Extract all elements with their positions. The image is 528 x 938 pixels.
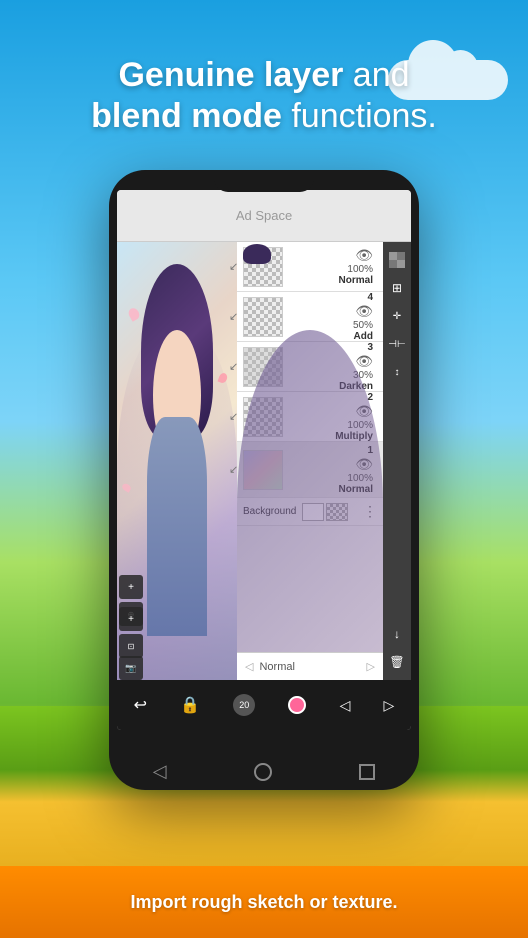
blend-mode-label: Normal (259, 661, 294, 673)
header-section: Genuine layer and blend mode functions. (0, 55, 528, 137)
blend-arrow-right-icon: ▷ (367, 660, 375, 673)
nav-arrow-left[interactable]: ◁ (340, 697, 351, 714)
layer-collapse-icon: ↙ (229, 463, 238, 476)
camera-button[interactable]: 📷 (119, 656, 143, 680)
copy-layer-icon[interactable]: ⊞ (385, 276, 409, 300)
layer-collapse-icon: ↙ (229, 310, 238, 323)
merge-layer-button-2[interactable]: ⊡ (119, 634, 143, 658)
bottom-banner-text: Import rough sketch or texture. (130, 892, 397, 913)
recents-nav-button[interactable] (359, 764, 375, 780)
header-line2-bold: blend mode (91, 97, 282, 135)
right-toolbar: ⊞ ✛ ⊣⊢ ↕ ↓ 🗑 (383, 242, 411, 680)
header-line1-bold: Genuine layer (118, 56, 343, 94)
layer-collapse-icon: ↙ (229, 260, 238, 273)
bottom-banner: Import rough sketch or texture. (0, 866, 528, 938)
layer-visibility-icon[interactable]: 👁 (287, 303, 373, 320)
ad-space-label: Ad Space (236, 208, 292, 223)
color-picker-dot[interactable] (288, 696, 306, 714)
drawing-canvas: + ⊕ + ⊡ 📷 (117, 242, 237, 680)
layer-count-badge: 20 (233, 694, 255, 716)
layer-opacity-value: 50% (287, 320, 373, 331)
phone-frame: Ad Space (109, 170, 419, 790)
checkerboard-icon[interactable] (385, 248, 409, 272)
lock-icon: 🔒 (180, 695, 200, 715)
move-down-icon[interactable]: ↕ (385, 360, 409, 384)
phone-home-bar: ◁ (109, 761, 419, 782)
layer-number: 4 (287, 292, 373, 303)
add-layer-button[interactable]: + (119, 575, 143, 599)
layer-info: 👁 100% Normal (283, 247, 377, 286)
layer-item-selected[interactable]: ↙ 1 👁 100% Normal (237, 442, 383, 498)
ad-space: Ad Space (117, 190, 411, 242)
blend-mode-bar[interactable]: ◁ Normal ▷ (237, 652, 383, 680)
header-line1-normal: and (343, 56, 409, 94)
undo-button[interactable]: ↩ (134, 695, 147, 715)
transform-icon[interactable]: ✛ (385, 304, 409, 328)
header-line2-normal: functions. (282, 97, 437, 135)
layer-opacity-value: 100% (287, 264, 373, 275)
layer-collapse-icon: ↙ (229, 410, 238, 423)
back-nav-button[interactable]: ◁ (153, 761, 167, 782)
layer-thumbnail (243, 450, 283, 490)
layer-visibility-icon[interactable]: 👁 (287, 247, 373, 264)
delete-icon[interactable]: 🗑 (385, 650, 409, 674)
home-nav-button[interactable] (254, 763, 272, 781)
layer-blend-mode: Normal (287, 275, 373, 286)
nav-arrow-right[interactable]: ▷ (384, 697, 395, 714)
download-icon[interactable]: ↓ (385, 622, 409, 646)
phone-nav-bar: ↩ 🔒 20 ◁ ▷ (117, 680, 411, 730)
layer-thumbnail (243, 297, 283, 337)
layer-collapse-icon: ↙ (229, 360, 238, 373)
layer-panel: ↙ 👁 100% Normal ↙ 4 👁 50% (237, 242, 383, 680)
add-layer-button-2[interactable]: + (119, 607, 143, 631)
flip-icon[interactable]: ⊣⊢ (385, 332, 409, 356)
phone-notch (214, 170, 314, 192)
canvas-area[interactable]: + ⊕ + ⊡ 📷 ↙ 👁 (117, 242, 411, 680)
phone-screen: Ad Space (117, 190, 411, 730)
blend-arrow-left-icon: ◁ (245, 660, 253, 673)
